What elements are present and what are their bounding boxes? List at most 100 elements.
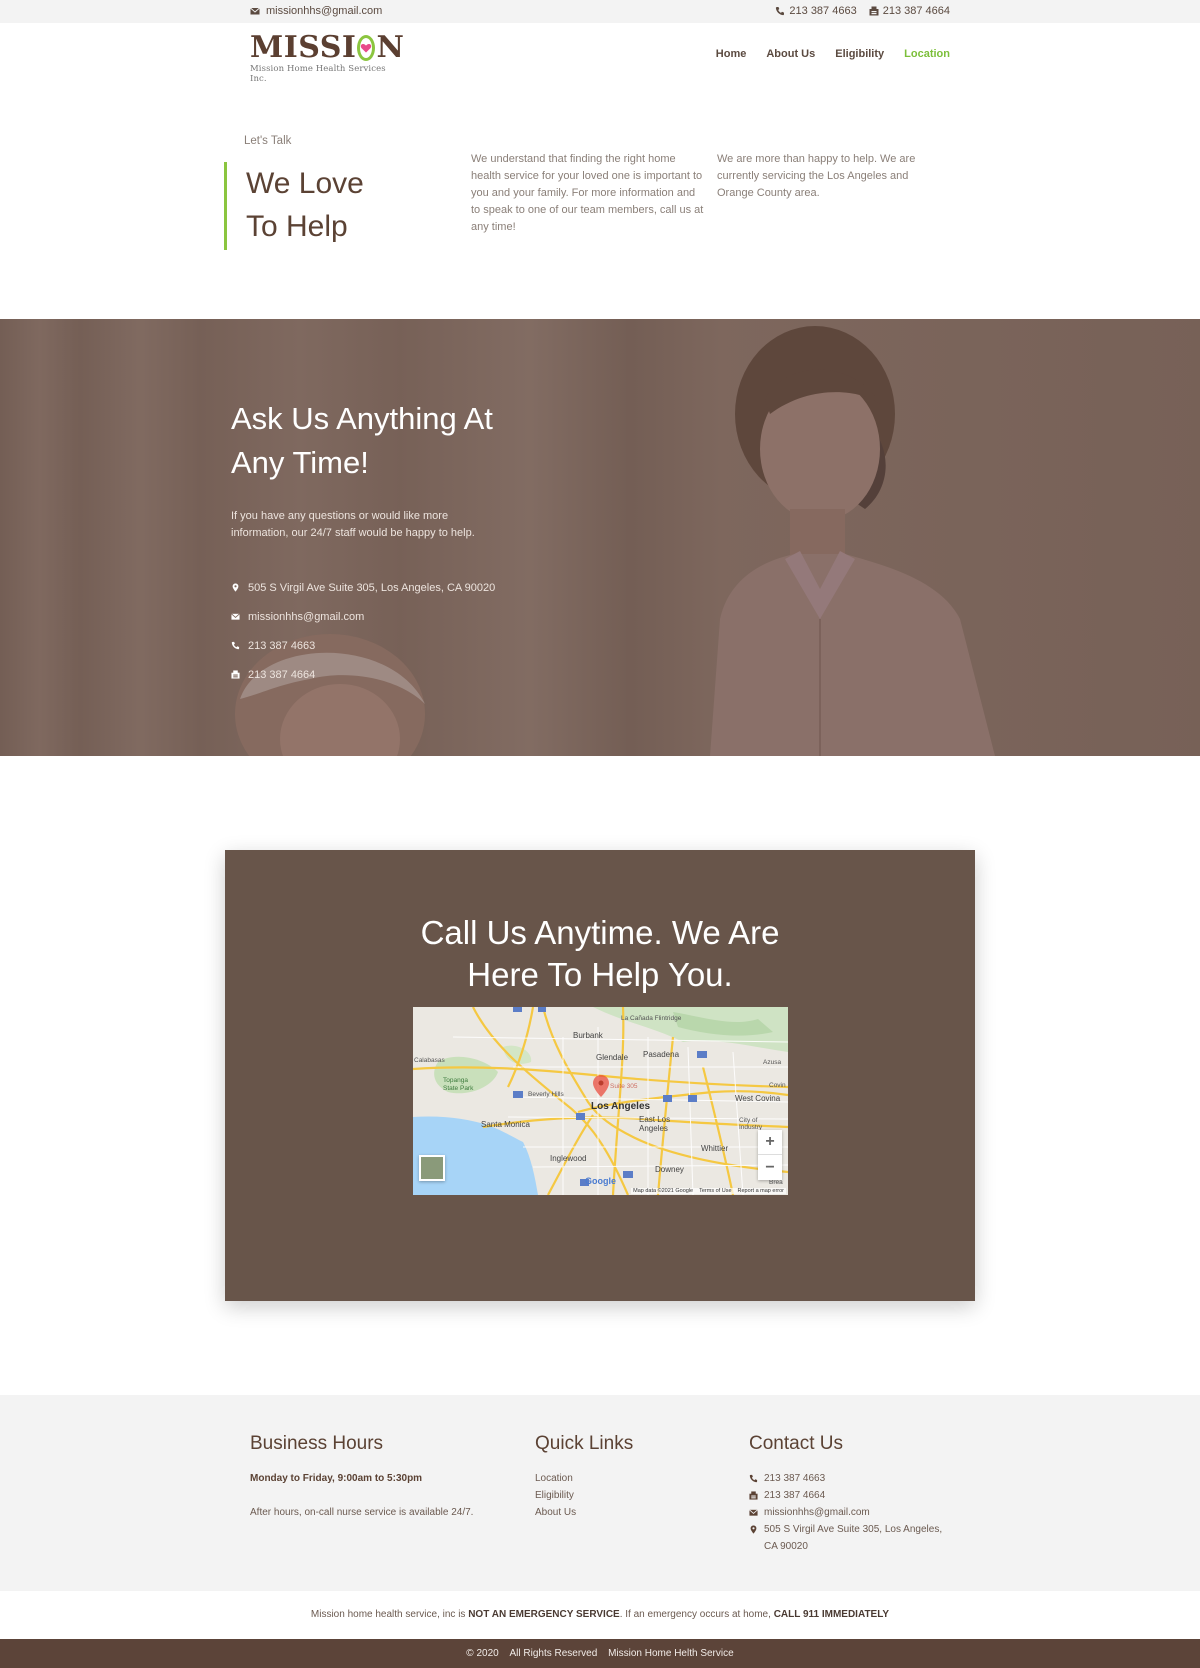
footer-address-line2: CA 90020 bbox=[764, 1541, 808, 1552]
footer-address-line1: 505 S Virgil Ave Suite 305, Los Angeles, bbox=[764, 1524, 943, 1535]
copyright-rights: All Rights Reserved bbox=[509, 1648, 598, 1659]
intro-title-line2: To Help bbox=[246, 210, 348, 243]
topbar-phone-text[interactable]: 213 387 4663 bbox=[789, 5, 856, 17]
hero-heading-line2: Any Time! bbox=[231, 445, 369, 480]
site-header: MISSI N Mission Home Health Services Inc… bbox=[0, 23, 1200, 85]
zoom-in-button[interactable]: + bbox=[758, 1130, 782, 1155]
intro-title-line1: We Love bbox=[246, 167, 364, 200]
hero-address-row: 505 S Virgil Ave Suite 305, Los Angeles,… bbox=[231, 573, 495, 602]
intro-eyebrow: Let's Talk bbox=[244, 135, 292, 147]
disclaimer-part1: Mission home health service, inc is bbox=[310, 1609, 469, 1620]
phone-icon bbox=[776, 7, 785, 16]
footer-fax-row[interactable]: 213 387 4664 bbox=[749, 1487, 959, 1504]
map-attribution: Map data ©2021 Google Terms of Use Repor… bbox=[631, 1188, 786, 1194]
footer-phone[interactable]: 213 387 4663 bbox=[764, 1470, 825, 1487]
footer-contact-title: Contact Us bbox=[749, 1433, 843, 1454]
footer-phone-row[interactable]: 213 387 4663 bbox=[749, 1470, 959, 1487]
disclaimer-bold2: CALL 911 IMMEDIATELY bbox=[773, 1609, 890, 1620]
phone-icon bbox=[231, 641, 240, 650]
fax-icon bbox=[231, 670, 240, 679]
envelope-icon bbox=[231, 613, 240, 620]
footer-fax[interactable]: 213 387 4664 bbox=[764, 1487, 825, 1504]
topbar-fax-text[interactable]: 213 387 4664 bbox=[883, 5, 950, 17]
logo-tagline: Mission Home Health Services Inc. bbox=[250, 64, 386, 84]
phone-icon bbox=[749, 1474, 758, 1483]
call-heading-line1: Call Us Anytime. We Are bbox=[420, 914, 780, 951]
hero-email[interactable]: missionhhs@gmail.com bbox=[248, 611, 364, 623]
intro-paragraph-2: We are more than happy to help. We are c… bbox=[717, 153, 916, 199]
google-logo: Google bbox=[585, 1176, 616, 1186]
logo-wordmark: MISSI N bbox=[250, 30, 404, 65]
copyright-bar: © 2020 All Rights Reserved Mission Home … bbox=[0, 1639, 1200, 1668]
site-footer: Business Hours Monday to Friday, 9:00am … bbox=[0, 1395, 1200, 1591]
disclaimer-part2: . If an emergency occurs at home, bbox=[619, 1609, 774, 1620]
map-terms-link[interactable]: Terms of Use bbox=[699, 1188, 731, 1194]
hero-fax-row[interactable]: 213 387 4664 bbox=[231, 660, 495, 689]
title-accent-bar bbox=[224, 162, 227, 250]
footer-link-about-us[interactable]: About Us bbox=[535, 1504, 576, 1521]
map-label-azusa: Azusa bbox=[763, 1059, 782, 1066]
call-heading-line2: Here To Help You. bbox=[467, 956, 733, 993]
footer-contact-list: 213 387 4663 213 387 4664 missionhhs@gma… bbox=[749, 1470, 959, 1555]
hero-email-row[interactable]: missionhhs@gmail.com bbox=[231, 602, 495, 631]
map-label-suite: Suite 305 bbox=[610, 1083, 638, 1090]
hero-contact-list: 505 S Virgil Ave Suite 305, Los Angeles,… bbox=[231, 573, 495, 689]
map-report-link[interactable]: Report a map error bbox=[738, 1188, 784, 1194]
intro-section: Let's Talk We Love To Help We understand… bbox=[0, 85, 1200, 319]
copyright-year: © 2020 bbox=[466, 1648, 499, 1659]
top-bar: missionhhs@gmail.com 213 387 4663 213 38… bbox=[0, 0, 1200, 23]
hero-heading-line1: Ask Us Anything At bbox=[231, 401, 493, 436]
topbar-email[interactable]: missionhhs@gmail.com bbox=[250, 5, 382, 17]
hero-phone-row[interactable]: 213 387 4663 bbox=[231, 631, 495, 660]
map-label-inglewood: Inglewood bbox=[550, 1154, 587, 1163]
nurse-photo bbox=[710, 326, 995, 756]
fax-icon bbox=[869, 6, 879, 16]
intro-title: We Love To Help bbox=[246, 162, 364, 248]
footer-address: 505 S Virgil Ave Suite 305, Los Angeles,… bbox=[764, 1521, 942, 1555]
logo[interactable]: MISSI N Mission Home Health Services Inc… bbox=[250, 30, 404, 85]
footer-links-title: Quick Links bbox=[535, 1433, 634, 1454]
heart-icon bbox=[357, 35, 376, 61]
map-pin-icon bbox=[750, 1525, 757, 1534]
footer-hours-title: Business Hours bbox=[250, 1433, 384, 1454]
hero-address: 505 S Virgil Ave Suite 305, Los Angeles,… bbox=[248, 581, 496, 594]
map-label-downey: Downey bbox=[655, 1165, 684, 1174]
map-label-brea: Brea bbox=[769, 1179, 783, 1186]
footer-link-eligibility[interactable]: Eligibility bbox=[535, 1487, 576, 1504]
footer-address-row: 505 S Virgil Ave Suite 305, Los Angeles,… bbox=[749, 1521, 959, 1555]
map-label-whittier: Whittier bbox=[701, 1144, 729, 1153]
fax-icon bbox=[749, 1491, 758, 1500]
hero-heading: Ask Us Anything At Any Time! bbox=[231, 397, 561, 485]
map-zoom-control: + − bbox=[758, 1130, 782, 1180]
call-heading: Call Us Anytime. We Are Here To Help You… bbox=[225, 912, 975, 996]
map-label-los-angeles: Los Angeles bbox=[591, 1101, 651, 1112]
topbar-phone[interactable]: 213 387 4663 bbox=[775, 5, 857, 17]
hero-fax[interactable]: 213 387 4664 bbox=[248, 669, 315, 681]
map-satellite-toggle[interactable] bbox=[419, 1155, 445, 1181]
map-data-credit: Map data ©2021 Google bbox=[633, 1188, 694, 1194]
zoom-out-button[interactable]: − bbox=[758, 1155, 782, 1180]
footer-links-list: Location Eligibility About Us bbox=[535, 1470, 576, 1521]
map-label-covina: Covin bbox=[769, 1082, 786, 1089]
call-us-card: Call Us Anytime. We Are Here To Help You… bbox=[225, 850, 975, 1301]
logo-word-left: MISSI bbox=[250, 30, 357, 65]
map-label-glendale: Glendale bbox=[596, 1053, 629, 1062]
footer-email[interactable]: missionhhs@gmail.com bbox=[764, 1504, 870, 1521]
footer-email-row[interactable]: missionhhs@gmail.com bbox=[749, 1504, 959, 1521]
hero-phone[interactable]: 213 387 4663 bbox=[248, 640, 315, 652]
nav-eligibility[interactable]: Eligibility bbox=[835, 48, 884, 60]
google-map[interactable]: La Cañada Flintridge Burbank Glendale Pa… bbox=[413, 1007, 788, 1195]
nav-home[interactable]: Home bbox=[716, 48, 747, 60]
map-label-la-canada: La Cañada Flintridge bbox=[621, 1015, 682, 1022]
map-label-beverly-hills: Beverly Hills bbox=[528, 1091, 564, 1098]
emergency-disclaimer: Mission home health service, inc is NOT … bbox=[0, 1591, 1200, 1639]
topbar-fax[interactable]: 213 387 4664 bbox=[869, 5, 950, 17]
nav-location[interactable]: Location bbox=[904, 48, 950, 60]
envelope-icon bbox=[250, 7, 260, 15]
nav-about-us[interactable]: About Us bbox=[766, 48, 815, 60]
copyright-company: Mission Home Helth Service bbox=[608, 1648, 734, 1659]
map-pin-icon bbox=[232, 583, 239, 592]
footer-link-location[interactable]: Location bbox=[535, 1470, 576, 1487]
topbar-email-text[interactable]: missionhhs@gmail.com bbox=[266, 5, 382, 17]
map-label-east-la: East Los Angeles bbox=[639, 1115, 671, 1133]
